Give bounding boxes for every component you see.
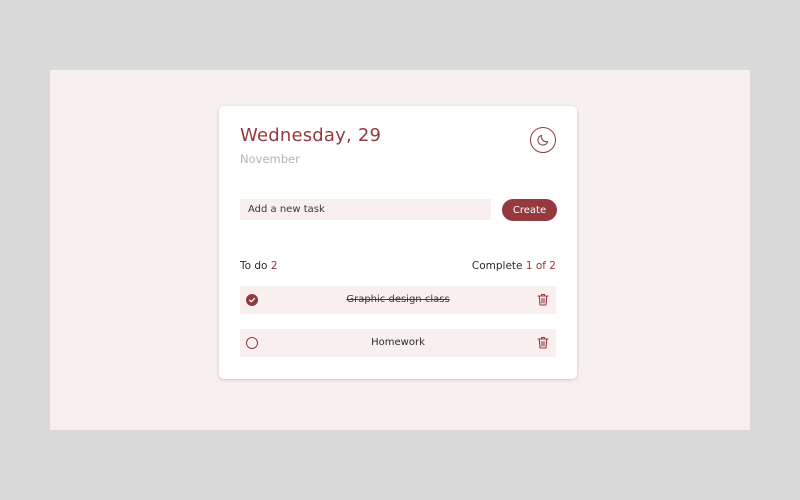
trash-icon[interactable] (537, 293, 549, 306)
theme-toggle-button[interactable] (530, 127, 556, 153)
todo-summary: To do 2 (240, 260, 278, 272)
moon-icon (537, 134, 549, 146)
task-item: Homework (240, 329, 556, 357)
create-button[interactable]: Create (502, 199, 557, 221)
new-task-input[interactable] (240, 199, 491, 220)
complete-label: Complete (471, 260, 523, 272)
task-checkbox[interactable] (246, 337, 258, 349)
trash-icon[interactable] (537, 336, 549, 349)
task-text: Graphic design class (346, 294, 450, 305)
date-title: Wednesday, 29 (240, 125, 382, 146)
complete-count: 1 of 2 (525, 260, 556, 272)
todo-count: 2 (270, 260, 278, 272)
check-icon (248, 297, 256, 303)
todo-card: Wednesday, 29 November Create To do 2 Co… (219, 106, 577, 379)
task-text: Homework (371, 337, 425, 348)
task-checkbox-checked[interactable] (246, 294, 258, 306)
todo-label: To do (240, 260, 268, 272)
complete-summary: Complete 1 of 2 (472, 260, 556, 272)
date-month: November (240, 152, 300, 166)
task-item: Graphic design class (240, 286, 556, 314)
